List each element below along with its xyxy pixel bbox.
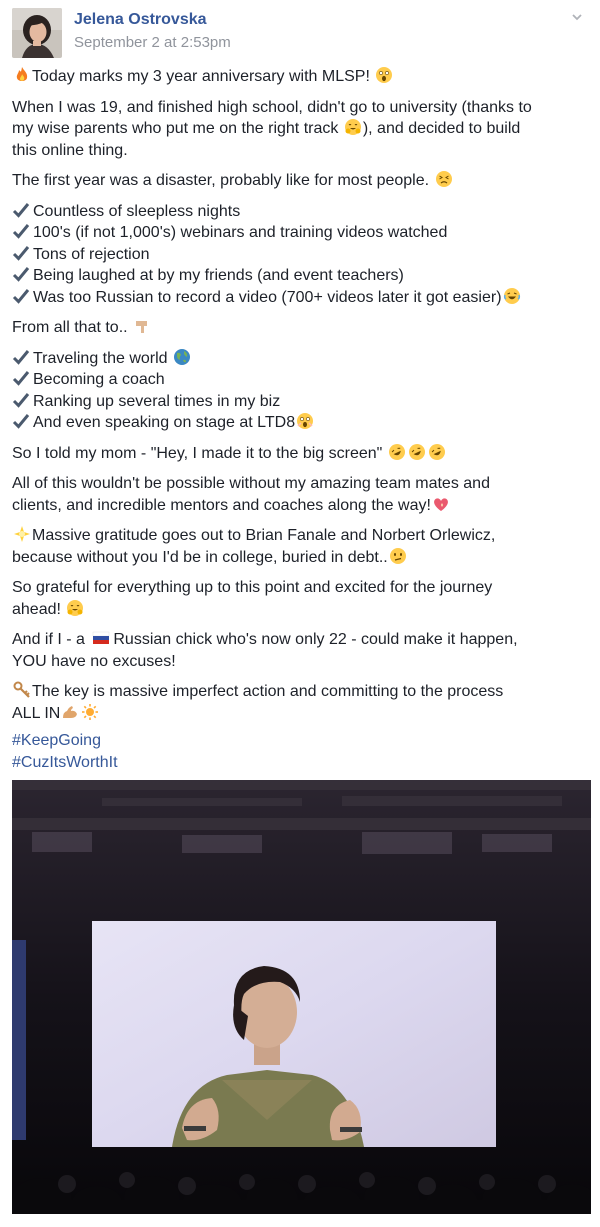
screaming-face-icon xyxy=(297,413,314,429)
facebook-post: Jelena Ostrovska September 2 at 2:53pm T… xyxy=(0,0,600,1227)
paragraph-text: my wise parents who put me on the right … xyxy=(12,120,339,137)
paragraph: So grateful for everything up to this po… xyxy=(12,577,592,620)
heavy-check-mark-icon xyxy=(12,224,30,239)
paragraph: When I was 19, and finished high school,… xyxy=(12,97,592,162)
list-item-text: Tons of rejection xyxy=(33,245,150,263)
paragraph-text: Today marks my 3 year anniversary with M… xyxy=(32,68,370,85)
hashtag-link[interactable]: #CuzItsWorthIt xyxy=(12,752,592,774)
paragraph-text: Massive gratitude goes out to Brian Fana… xyxy=(32,527,496,544)
paragraph-line: YOU have no excuses! xyxy=(12,652,176,670)
paragraph: The key is massive imperfect action and … xyxy=(12,681,592,724)
rolling-laughing-icon xyxy=(408,443,425,460)
list-item-text: Becoming a coach xyxy=(33,371,165,388)
heavy-check-mark-icon xyxy=(12,202,30,218)
paragraph-text: ), and decided to build xyxy=(362,120,521,137)
heavy-check-mark-icon xyxy=(12,414,30,429)
persevering-face-icon xyxy=(435,171,452,187)
sparkling-heart-icon xyxy=(434,497,448,511)
paragraph-text: Russian chick who's now only 22 - could … xyxy=(113,631,518,648)
post-body: Today marks my 3 year anniversary with M… xyxy=(12,66,592,773)
paragraph-text: ahead! xyxy=(12,600,61,618)
globe-icon xyxy=(174,348,191,365)
flexed-biceps-icon xyxy=(63,705,78,718)
paragraph-text: From all that to.. xyxy=(12,319,128,336)
list-item: Countless of sleepless nights xyxy=(12,201,592,223)
paragraph-text: So I told my mom - "Hey, I made it to th… xyxy=(12,444,383,462)
list-item: Was too Russian to record a video (700+ … xyxy=(12,287,592,309)
list-item: Tons of rejection xyxy=(12,244,592,266)
list-item: Becoming a coach xyxy=(12,369,592,391)
paragraph-line: All of this wouldn't be possible without… xyxy=(12,475,490,492)
author-name[interactable]: Jelena Ostrovska xyxy=(74,11,207,29)
paragraph: All of this wouldn't be possible without… xyxy=(12,473,592,516)
list-item-text: 100's (if not 1,000's) webinars and trai… xyxy=(33,224,448,241)
paragraph: From all that to.. xyxy=(12,317,592,339)
list-item: Ranking up several times in my biz xyxy=(12,391,592,413)
paragraph: So I told my mom - "Hey, I made it to th… xyxy=(12,443,592,465)
fire-icon xyxy=(16,67,28,81)
post-header: Jelena Ostrovska September 2 at 2:53pm xyxy=(12,8,588,58)
list-item: And even speaking on stage at LTD8 xyxy=(12,412,592,434)
rolling-laughing-icon xyxy=(388,443,405,460)
grinning-hands-face-icon xyxy=(67,599,84,616)
paragraph-line: When I was 19, and finished high school,… xyxy=(12,98,532,116)
heavy-check-mark-icon xyxy=(12,349,30,365)
paragraph-line: So grateful for everything up to this po… xyxy=(12,579,493,596)
paragraph-text: The key is massive imperfect action and … xyxy=(32,683,504,700)
checklist: Countless of sleepless nights 100's (if … xyxy=(12,201,592,309)
checklist: Traveling the world Becoming a coach Ran… xyxy=(12,348,592,434)
author-avatar[interactable] xyxy=(12,8,62,58)
chevron-down-icon[interactable] xyxy=(570,10,584,24)
paragraph-text: because without you I'd be in college, b… xyxy=(12,548,388,566)
heavy-check-mark-icon xyxy=(12,267,30,282)
post-timestamp[interactable]: September 2 at 2:53pm xyxy=(74,34,231,51)
paragraph-text: clients, and incredible mentors and coac… xyxy=(12,496,431,514)
confused-face-icon xyxy=(389,547,406,564)
paragraph-text: The first year was a disaster, probably … xyxy=(12,172,430,189)
screaming-face-icon xyxy=(376,67,393,83)
glowing-star-icon xyxy=(14,526,30,542)
list-item-text: Being laughed at by my friends (and even… xyxy=(33,267,404,284)
heavy-check-mark-icon xyxy=(12,392,30,408)
list-item-text: And even speaking on stage at LTD8 xyxy=(33,414,296,431)
paragraph: Massive gratitude goes out to Brian Fana… xyxy=(12,525,592,568)
grinning-hands-face-icon xyxy=(344,119,361,135)
list-item: Traveling the world xyxy=(12,348,592,370)
hashtag-link[interactable]: #KeepGoing xyxy=(12,730,592,752)
post-photo[interactable] xyxy=(12,780,591,1214)
paragraph-text: And if I - a xyxy=(12,631,90,648)
list-item-text: Countless of sleepless nights xyxy=(33,202,241,220)
paragraph-text: ALL IN xyxy=(12,704,61,722)
pointing-down-icon xyxy=(136,321,148,333)
paragraph: Today marks my 3 year anniversary with M… xyxy=(12,66,592,88)
key-icon xyxy=(13,681,30,698)
list-item-text: Traveling the world xyxy=(33,349,168,367)
hashtag-list: #KeepGoing #CuzItsWorthIt xyxy=(12,730,592,773)
list-item-text: Was too Russian to record a video (700+ … xyxy=(33,288,502,306)
russia-flag-icon xyxy=(93,631,110,644)
heavy-check-mark-icon xyxy=(12,245,30,261)
list-item: 100's (if not 1,000's) webinars and trai… xyxy=(12,222,592,244)
rolling-laughing-icon xyxy=(428,443,445,460)
list-item: Being laughed at by my friends (and even… xyxy=(12,265,592,287)
sun-icon xyxy=(82,703,99,720)
list-item-text: Ranking up several times in my biz xyxy=(33,392,281,410)
heavy-check-mark-icon xyxy=(12,371,30,386)
paragraph: The first year was a disaster, probably … xyxy=(12,170,592,192)
paragraph-line: this online thing. xyxy=(12,141,128,159)
paragraph: And if I - a Russian chick who's now onl… xyxy=(12,629,592,672)
heavy-check-mark-icon xyxy=(12,288,30,304)
laughing-face-icon xyxy=(503,287,520,304)
